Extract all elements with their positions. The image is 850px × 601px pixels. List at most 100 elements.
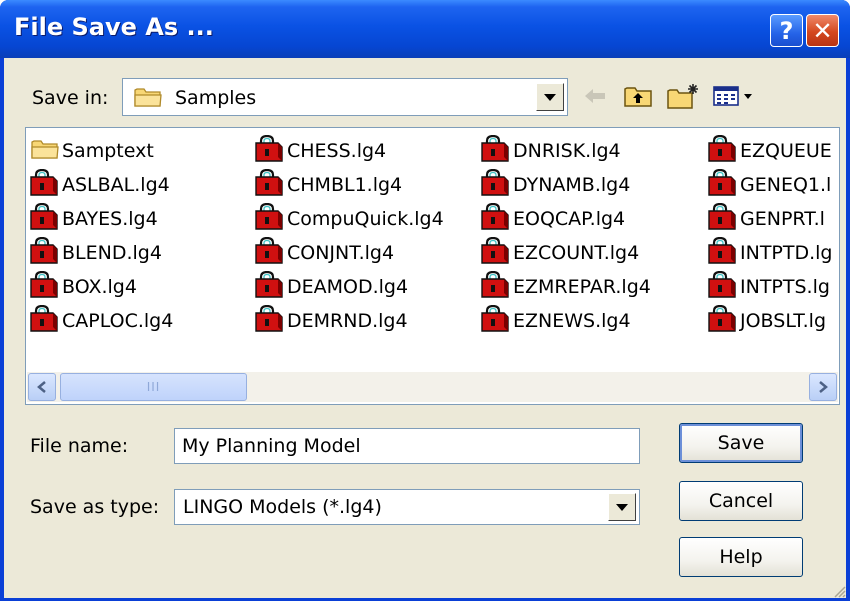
- file-name: CompuQuick.lg4: [287, 208, 444, 230]
- lingo-file-icon: [30, 202, 60, 236]
- file-name-input[interactable]: [174, 428, 640, 464]
- file-name: EZQUEUE: [740, 140, 832, 162]
- folder-item[interactable]: Samptext: [30, 136, 154, 166]
- lingo-file-icon: [481, 168, 511, 202]
- file-name: GENPRT.l: [740, 208, 825, 230]
- file-name: BAYES.lg4: [62, 208, 158, 230]
- file-name: CONJNT.lg4: [287, 242, 395, 264]
- save-in-label: Save in:: [32, 87, 109, 109]
- file-name: EZCOUNT.lg4: [513, 242, 640, 264]
- cancel-button[interactable]: Cancel: [679, 481, 803, 521]
- file-item[interactable]: CAPLOC.lg4: [30, 304, 174, 338]
- file-item[interactable]: GENPRT.l: [708, 202, 825, 236]
- save-as-type-dropdown[interactable]: LINGO Models (*.lg4): [174, 489, 640, 525]
- chevron-right-icon: [819, 381, 828, 393]
- file-item[interactable]: DNRISK.lg4: [481, 134, 621, 168]
- file-name: EZMREPAR.lg4: [513, 276, 651, 298]
- file-name: JOBSLT.lg: [740, 310, 827, 332]
- file-item[interactable]: DEMRND.lg4: [255, 304, 408, 338]
- file-name: BLEND.lg4: [62, 242, 162, 264]
- scroll-right-button[interactable]: [809, 373, 837, 401]
- file-item[interactable]: CHESS.lg4: [255, 134, 387, 168]
- horizontal-scrollbar[interactable]: III: [27, 372, 838, 402]
- lingo-file-icon: [481, 304, 511, 338]
- lingo-file-icon: [708, 202, 738, 236]
- lingo-file-icon: [481, 134, 511, 168]
- file-list[interactable]: Samptext ASLBAL.lg4 BAYES.lg4 BLEND.lg4 BOX.…: [25, 127, 840, 405]
- title-help-button[interactable]: ?: [770, 14, 803, 47]
- lingo-file-icon: [255, 304, 285, 338]
- file-name: DNRISK.lg4: [513, 140, 621, 162]
- save-as-type-value: LINGO Models (*.lg4): [183, 496, 382, 518]
- lingo-file-icon: [255, 236, 285, 270]
- file-name: DEMRND.lg4: [287, 310, 408, 332]
- file-name: INTPTD.lg: [740, 242, 833, 264]
- title-bar[interactable]: File Save As ... ? ✕: [0, 0, 850, 58]
- file-item[interactable]: JOBSLT.lg: [708, 304, 827, 338]
- file-item[interactable]: BLEND.lg4: [30, 236, 162, 270]
- file-name: DEAMOD.lg4: [287, 276, 409, 298]
- lingo-file-icon: [708, 304, 738, 338]
- file-name: CHESS.lg4: [287, 140, 387, 162]
- lingo-file-icon: [30, 270, 60, 304]
- save-in-dropdown[interactable]: Samples: [122, 78, 568, 116]
- file-item[interactable]: INTPTS.lg: [708, 270, 830, 304]
- file-name: CHMBL1.lg4: [287, 174, 403, 196]
- scrollbar-thumb[interactable]: III: [60, 373, 247, 401]
- lingo-file-icon: [481, 270, 511, 304]
- lingo-file-icon: [255, 270, 285, 304]
- lingo-file-icon: [708, 168, 738, 202]
- save-as-type-label: Save as type:: [30, 496, 160, 518]
- scroll-left-button[interactable]: [28, 373, 56, 401]
- file-name: DYNAMB.lg4: [513, 174, 631, 196]
- file-item[interactable]: BOX.lg4: [30, 270, 137, 304]
- lingo-file-icon: [708, 270, 738, 304]
- lingo-file-icon: [255, 168, 285, 202]
- chevron-left-icon: [37, 381, 46, 393]
- save-button[interactable]: Save: [679, 423, 803, 463]
- file-item[interactable]: ASLBAL.lg4: [30, 168, 170, 202]
- file-item[interactable]: INTPTD.lg: [708, 236, 833, 270]
- save-as-type-dropdown-button[interactable]: [608, 493, 636, 521]
- lingo-file-icon: [708, 236, 738, 270]
- file-name: Samptext: [62, 140, 154, 162]
- file-item[interactable]: DYNAMB.lg4: [481, 168, 631, 202]
- lingo-file-icon: [30, 236, 60, 270]
- file-item[interactable]: BAYES.lg4: [30, 202, 158, 236]
- file-name-label: File name:: [30, 435, 129, 457]
- file-item[interactable]: DEAMOD.lg4: [255, 270, 409, 304]
- folder-icon: [30, 137, 60, 166]
- file-item[interactable]: EZCOUNT.lg4: [481, 236, 640, 270]
- help-button[interactable]: Help: [679, 537, 803, 577]
- file-item[interactable]: EOQCAP.lg4: [481, 202, 626, 236]
- lingo-file-icon: [481, 202, 511, 236]
- file-item[interactable]: GENEQ1.l: [708, 168, 831, 202]
- file-item[interactable]: EZNEWS.lg4: [481, 304, 631, 338]
- file-item[interactable]: CHMBL1.lg4: [255, 168, 403, 202]
- file-name: EOQCAP.lg4: [513, 208, 626, 230]
- up-folder-icon[interactable]: [620, 80, 656, 112]
- file-item[interactable]: CONJNT.lg4: [255, 236, 395, 270]
- file-save-dialog: File Save As ... ? ✕ Save in: Samples Sa…: [0, 0, 850, 601]
- back-arrow-icon[interactable]: [580, 80, 610, 112]
- lingo-file-icon: [30, 168, 60, 202]
- new-folder-icon[interactable]: [664, 80, 702, 112]
- file-item[interactable]: CompuQuick.lg4: [255, 202, 444, 236]
- scrollbar-grip: III: [146, 380, 161, 394]
- lingo-file-icon: [255, 134, 285, 168]
- resize-grip-icon[interactable]: [832, 584, 846, 598]
- folder-icon: [134, 88, 162, 107]
- save-in-value: Samples: [175, 87, 257, 109]
- file-name: INTPTS.lg: [740, 276, 830, 298]
- save-in-dropdown-button[interactable]: [536, 83, 564, 111]
- lingo-file-icon: [255, 202, 285, 236]
- close-button[interactable]: ✕: [806, 14, 839, 47]
- file-item[interactable]: EZQUEUE: [708, 134, 832, 166]
- view-menu-icon[interactable]: [710, 80, 760, 112]
- file-name: ASLBAL.lg4: [62, 174, 170, 196]
- file-item[interactable]: EZMREPAR.lg4: [481, 270, 651, 304]
- lingo-file-icon: [481, 236, 511, 270]
- lingo-file-icon: [30, 304, 60, 338]
- file-name: CAPLOC.lg4: [62, 310, 174, 332]
- file-name: EZNEWS.lg4: [513, 310, 631, 332]
